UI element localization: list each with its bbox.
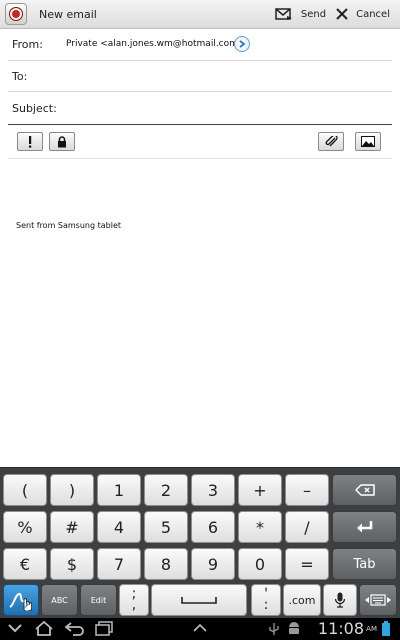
hide-keyboard-icon[interactable]: [8, 623, 22, 633]
backspace-icon: [354, 484, 375, 496]
key-0[interactable]: 0: [238, 548, 282, 580]
usb-icon: [268, 622, 280, 636]
send-button[interactable]: Send: [275, 7, 326, 21]
backspace-key[interactable]: [332, 474, 397, 506]
subject-label: Subject:: [12, 102, 57, 115]
subject-input[interactable]: [68, 98, 378, 118]
key-open-paren[interactable]: (: [3, 474, 47, 506]
lock-icon: [58, 135, 66, 147]
close-x-icon: [336, 8, 348, 20]
keyboard-switch-icon: [365, 594, 391, 606]
key-close-paren[interactable]: ): [50, 474, 94, 506]
key-1[interactable]: 1: [97, 474, 141, 506]
dotcom-key[interactable]: .com: [283, 584, 321, 616]
to-label: To:: [12, 70, 28, 83]
app-icon-dot: [10, 8, 22, 20]
email-body-signature[interactable]: Sent from Samsung tablet: [16, 221, 121, 230]
numeric-keyboard: ( ) 1 2 3 + – % # 4 5 6 * / € $ 7 8 9 0 …: [0, 467, 400, 618]
to-input[interactable]: [68, 67, 378, 87]
key-minus[interactable]: –: [285, 474, 329, 506]
cancel-button[interactable]: Cancel: [336, 8, 390, 20]
priority-button[interactable]: [17, 132, 43, 151]
send-label: Send: [300, 8, 327, 20]
security-button[interactable]: [49, 132, 75, 151]
chevron-glyph: [239, 40, 246, 48]
home-icon[interactable]: [34, 621, 54, 636]
enter-key[interactable]: [332, 511, 397, 543]
key-dollar[interactable]: $: [50, 548, 94, 580]
abc-mode-key[interactable]: ABC: [41, 584, 78, 616]
back-icon[interactable]: [64, 622, 86, 636]
to-row: To:: [8, 61, 392, 92]
attach-button[interactable]: [318, 132, 344, 151]
key-plus[interactable]: +: [238, 474, 282, 506]
colon-apostrophe-key[interactable]: ' :: [251, 584, 281, 616]
key-6[interactable]: 6: [191, 511, 235, 543]
cancel-label: Cancel: [356, 8, 390, 20]
colon-char: :: [263, 597, 269, 613]
key-8[interactable]: 8: [144, 548, 188, 580]
picture-icon: [361, 136, 375, 147]
key-equals[interactable]: =: [285, 548, 329, 580]
from-row: From: Private <alan.jones.wm@hotmail.com…: [8, 29, 392, 61]
microphone-icon: [334, 592, 346, 608]
recent-apps-icon[interactable]: [95, 621, 113, 636]
key-percent[interactable]: %: [3, 511, 47, 543]
key-9[interactable]: 9: [191, 548, 235, 580]
key-2[interactable]: 2: [144, 474, 188, 506]
tab-key[interactable]: Tab: [332, 548, 397, 580]
handwriting-key[interactable]: [3, 584, 39, 616]
key-5[interactable]: 5: [144, 511, 188, 543]
voice-input-key[interactable]: [323, 584, 357, 616]
exclamation-icon: [29, 135, 32, 148]
key-3[interactable]: 3: [191, 474, 235, 506]
compose-toolbar: [8, 126, 392, 159]
key-4[interactable]: 4: [97, 511, 141, 543]
status-ampm: AM: [366, 625, 377, 633]
space-bar-icon: [181, 597, 217, 604]
semicolon-comma-key[interactable]: ; ,: [119, 584, 149, 616]
action-bar: New email Send Cancel: [0, 0, 400, 29]
comma-char: ,: [131, 597, 137, 613]
key-hash[interactable]: #: [50, 511, 94, 543]
from-account-value[interactable]: Private <alan.jones.wm@hotmail.com>: [66, 39, 245, 49]
from-label: From:: [12, 38, 43, 51]
subject-row: Subject:: [8, 92, 392, 125]
system-bar: 11:08 AM: [0, 618, 400, 640]
paperclip-icon: [325, 136, 338, 147]
handwriting-hand-icon: [9, 593, 32, 611]
space-key[interactable]: [151, 584, 247, 616]
edit-key[interactable]: Edit: [80, 584, 117, 616]
insert-image-button[interactable]: [355, 132, 381, 151]
chevron-up-icon[interactable]: [193, 624, 207, 632]
android-debug-icon: [287, 621, 301, 636]
keyboard-settings-key[interactable]: [359, 584, 397, 616]
send-envelope-icon: [275, 8, 292, 20]
screen-title: New email: [39, 7, 97, 21]
enter-arrow-icon: [356, 521, 372, 533]
email-app-icon[interactable]: [5, 3, 27, 25]
key-asterisk[interactable]: *: [238, 511, 282, 543]
key-euro[interactable]: €: [3, 548, 47, 580]
battery-icon: [381, 621, 391, 637]
status-clock: 11:08: [317, 619, 364, 638]
key-slash[interactable]: /: [285, 511, 329, 543]
chevron-right-icon[interactable]: [234, 36, 250, 52]
key-7[interactable]: 7: [97, 548, 141, 580]
